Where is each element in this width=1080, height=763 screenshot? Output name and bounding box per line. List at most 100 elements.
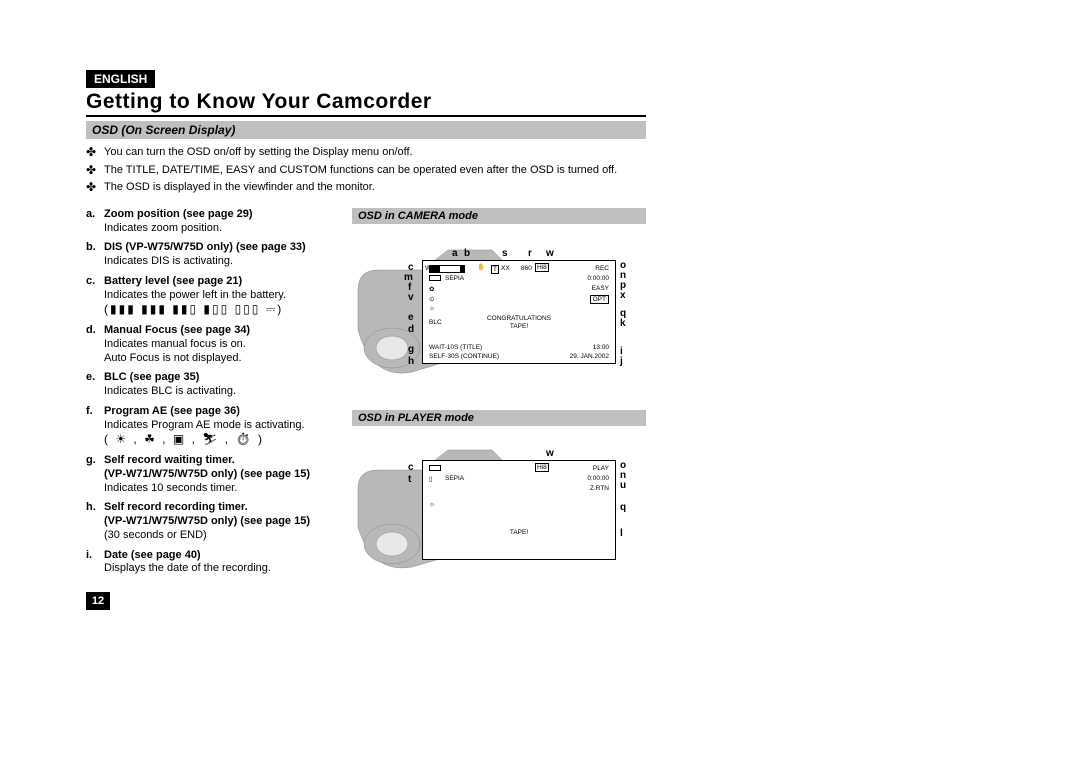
intro-bullets: ✤You can turn the OSD on/off by setting … (86, 145, 646, 196)
def-desc: Indicates DIS is activating. (104, 255, 233, 267)
sepia-label: SEPIA (445, 475, 464, 482)
diagrams-column: OSD in CAMERA mode W ✋ T (352, 208, 646, 610)
callout-c: c (408, 462, 414, 473)
def-label: f. (86, 405, 104, 448)
def-title: DIS (VP-W75/W75D only) (see page 33) (104, 241, 306, 253)
def-label: a. (86, 208, 104, 236)
def-desc: Indicates Program AE mode is activating. (104, 419, 305, 431)
language-badge: ENGLISH (86, 70, 155, 88)
date-label: 29. JAN.2002 (570, 353, 609, 360)
callout-r: r (528, 248, 532, 259)
def-title: Manual Focus (see page 34) (104, 324, 250, 336)
zoom-w-label: W (425, 265, 431, 272)
def-label: h. (86, 501, 104, 542)
tape-label: TAPE! (510, 323, 528, 330)
battery-icon (429, 275, 441, 281)
definitions-list: a.Zoom position (see page 29) Indicates z… (86, 208, 346, 576)
callout-w: w (546, 248, 554, 259)
def-label: g. (86, 454, 104, 495)
def-title: BLC (see page 35) (104, 371, 199, 383)
page-title: Getting to Know Your Camcorder (86, 90, 646, 117)
mode-camera-title: OSD in CAMERA mode (352, 208, 646, 224)
battery-icon (429, 465, 441, 471)
callout-t: t (408, 474, 411, 485)
def-title: Self record waiting timer. (VP-W71/W75/W… (104, 454, 310, 480)
time-label: 13:00 (593, 344, 609, 351)
def-label: e. (86, 371, 104, 399)
def-label: i. (86, 549, 104, 577)
def-title: Self record recording timer. (VP-W71/W75… (104, 501, 310, 527)
callout-x: x (620, 290, 626, 301)
diagram-player: Hi8 PLAY 0:00:00 Z.RTN SEPIA ▯ ☼ TAPE! w… (352, 432, 632, 582)
opt-label: OPT (590, 295, 609, 304)
hi8-icon: Hi8 (535, 263, 549, 272)
zoom-t-label: T (491, 265, 499, 274)
hi8-icon: Hi8 (535, 463, 549, 472)
callout-v: v (408, 292, 414, 303)
def-label: d. (86, 324, 104, 365)
def-label: c. (86, 275, 104, 318)
bullet-text: You can turn the OSD on/off by setting t… (104, 145, 413, 159)
def-desc: Indicates manual focus is on. Auto Focus… (104, 338, 246, 364)
wait-label: WAIT-10S (TITLE) (429, 344, 482, 351)
callout-e: e (408, 312, 414, 323)
manual-page: ENGLISH Getting to Know Your Camcorder O… (86, 70, 646, 610)
zoom-bar-icon (429, 265, 465, 273)
tab-icon: ▯ (429, 475, 433, 483)
battery-icons: (▮▮▮ ▮▮▮ ▮▮▯ ▮▯▯ ▯▯▯ ⎓) (104, 302, 283, 316)
easy-label: EASY (592, 285, 609, 292)
def-desc: Indicates zoom position. (104, 222, 222, 234)
osd-screen-camera: W ✋ T XX 860 Hi8 REC 0:00:00 EASY OPT SE… (422, 260, 616, 364)
def-desc: (30 seconds or END) (104, 529, 207, 541)
zrtn-label: Z.RTN (590, 485, 609, 492)
callout-d: d (408, 324, 414, 335)
def-desc: Indicates 10 seconds timer. (104, 482, 237, 494)
timecode-label: 0:00:00 (587, 275, 609, 282)
dis-icon: ✋ (477, 263, 485, 271)
light-icon: ☼ (429, 501, 435, 508)
content-columns: a.Zoom position (see page 29) Indicates z… (86, 208, 646, 610)
blc-label: BLC (429, 319, 442, 326)
callout-k: k (620, 318, 626, 329)
def-title: Program AE (see page 36) (104, 405, 240, 417)
page-number: 12 (86, 592, 110, 610)
definitions-column: a.Zoom position (see page 29) Indicates z… (86, 208, 346, 610)
ae-icons: ( ☀ , ☘ , ▣ , ⛷ , ⏱ ) (104, 432, 264, 446)
callout-w: w (546, 448, 554, 459)
def-title: Date (see page 40) (104, 549, 201, 561)
def-title: Zoom position (see page 29) (104, 208, 253, 220)
bullet-text: The TITLE, DATE/TIME, EASY and CUSTOM fu… (104, 163, 617, 177)
play-label: PLAY (593, 465, 609, 472)
diagram-camera: W ✋ T XX 860 Hi8 REC 0:00:00 EASY OPT SE… (352, 230, 632, 390)
def-desc: Indicates BLC is activating. (104, 385, 236, 397)
callout-b: b (464, 248, 470, 259)
def-label: b. (86, 241, 104, 269)
def-title: Battery level (see page 21) (104, 275, 242, 287)
rec-label: REC (595, 265, 609, 272)
speed-860: 860 (521, 265, 532, 272)
callout-g: g (408, 344, 414, 355)
timecode-label: 0:00:00 (587, 475, 609, 482)
title-label: CONGRATULATIONS (487, 315, 551, 322)
callout-q: q (620, 502, 626, 513)
def-desc: Indicates the power left in the battery. (104, 289, 286, 301)
callout-a: a (452, 248, 458, 259)
callout-l: l (620, 528, 623, 539)
zoom-x-label: XX (501, 265, 510, 272)
self-label: SELF-30S (CONTINUE) (429, 353, 499, 360)
osd-screen-player: Hi8 PLAY 0:00:00 Z.RTN SEPIA ▯ ☼ TAPE! (422, 460, 616, 560)
dse-label: SEPIA (445, 275, 464, 282)
mode-player-title: OSD in PLAYER mode (352, 410, 646, 426)
callout-s: s (502, 248, 508, 259)
bullet-text: The OSD is displayed in the viewfinder a… (104, 180, 375, 194)
light-icon: ☼ (429, 305, 435, 312)
ae-icon: ✿ (429, 285, 434, 293)
def-desc: Displays the date of the recording. (104, 562, 271, 574)
callout-j: j (620, 356, 623, 367)
callout-u: u (620, 480, 626, 491)
mf-icon: ⊙ (429, 295, 434, 303)
bullet-icon: ✤ (86, 145, 104, 161)
tape-label: TAPE! (510, 529, 528, 536)
callout-h: h (408, 356, 414, 367)
bullet-icon: ✤ (86, 180, 104, 196)
